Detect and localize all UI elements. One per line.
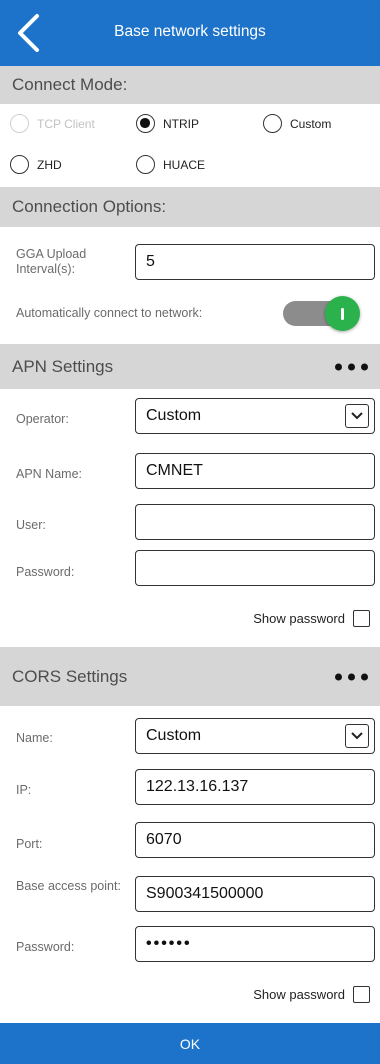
auto-connect-label: Automatically connect to network: — [16, 306, 203, 320]
cors-ip-input[interactable]: 122.13.16.137 — [135, 769, 375, 805]
cors-name-value: Custom — [146, 727, 202, 744]
radio-checked-icon — [136, 114, 155, 133]
cors-port-value: 6070 — [146, 831, 182, 848]
connect-mode-header: Connect Mode: — [0, 66, 380, 104]
radio-label: Custom — [290, 116, 332, 131]
radio-label: TCP Client — [37, 116, 95, 131]
apn-settings-heading: APN Settings — [12, 356, 114, 376]
radio-label: HUACE — [163, 157, 206, 172]
checkbox-icon — [353, 610, 370, 627]
ok-button[interactable]: OK — [0, 1023, 380, 1064]
checkbox-icon — [353, 986, 370, 1003]
apn-user-input[interactable] — [135, 504, 375, 540]
cors-settings-heading: CORS Settings — [12, 666, 128, 686]
apn-user-label: User: — [16, 518, 46, 532]
cors-ip-value: 122.13.16.137 — [146, 778, 249, 795]
connection-options-header: Connection Options: — [0, 187, 380, 227]
radio-label: NTRIP — [163, 116, 199, 131]
radio-circle-icon — [10, 114, 29, 133]
apn-settings-header: APN Settings — [0, 344, 380, 389]
chevron-down-icon — [345, 724, 369, 748]
gga-interval-input[interactable]: 5 — [135, 244, 375, 280]
operator-label: Operator: — [16, 412, 69, 426]
cors-mountpoint-input[interactable]: S900341500000 — [135, 876, 375, 912]
app-bar: Base network settings — [0, 0, 380, 66]
cors-mountpoint-value: S900341500000 — [146, 885, 264, 902]
radio-ntrip[interactable]: NTRIP — [136, 114, 199, 133]
cors-more-options-icon[interactable] — [331, 669, 372, 684]
cors-port-label: Port: — [16, 837, 43, 851]
apn-name-input[interactable]: CMNET — [135, 453, 375, 489]
radio-circle-icon — [263, 114, 282, 133]
radio-circle-icon — [10, 155, 29, 174]
radio-huace[interactable]: HUACE — [136, 155, 205, 174]
apn-password-label: Password: — [16, 565, 75, 579]
cors-port-input[interactable]: 6070 — [135, 822, 375, 858]
gga-interval-label: GGA Upload Interval(s): — [16, 247, 87, 276]
cors-show-password[interactable]: Show password — [253, 986, 370, 1003]
cors-password-label: Password: — [16, 940, 75, 954]
operator-select[interactable]: Custom — [135, 398, 375, 434]
cors-settings-header: CORS Settings — [0, 647, 380, 706]
page-title: Base network settings — [114, 23, 266, 40]
show-password-label: Show password — [253, 611, 345, 626]
show-password-label: Show password — [253, 987, 345, 1002]
gga-interval-value: 5 — [146, 253, 155, 270]
apn-show-password[interactable]: Show password — [253, 610, 370, 627]
cors-mountpoint-label: Base access point: — [16, 879, 121, 893]
cors-ip-label: IP: — [16, 783, 32, 797]
operator-value: Custom — [146, 407, 202, 424]
radio-tcp-client[interactable]: TCP Client — [10, 114, 95, 133]
connection-options-heading: Connection Options: — [12, 197, 167, 216]
radio-label: ZHD — [37, 157, 62, 172]
cors-name-label: Name: — [16, 731, 53, 745]
apn-password-input[interactable] — [135, 550, 375, 586]
radio-circle-icon — [136, 155, 155, 174]
cors-name-select[interactable]: Custom — [135, 718, 375, 754]
cors-password-input[interactable]: •••••• — [135, 926, 375, 962]
auto-connect-toggle[interactable] — [283, 296, 361, 331]
ok-label: OK — [179, 1035, 201, 1052]
apn-more-options-icon[interactable] — [331, 359, 372, 374]
toggle-knob-icon — [325, 296, 360, 331]
apn-name-label: APN Name: — [16, 467, 82, 481]
connect-mode-heading: Connect Mode: — [12, 75, 128, 94]
radio-zhd[interactable]: ZHD — [10, 155, 62, 174]
chevron-down-icon — [345, 404, 369, 428]
radio-custom[interactable]: Custom — [263, 114, 331, 133]
cors-password-value: •••••• — [146, 935, 192, 952]
apn-name-value: CMNET — [146, 462, 203, 479]
